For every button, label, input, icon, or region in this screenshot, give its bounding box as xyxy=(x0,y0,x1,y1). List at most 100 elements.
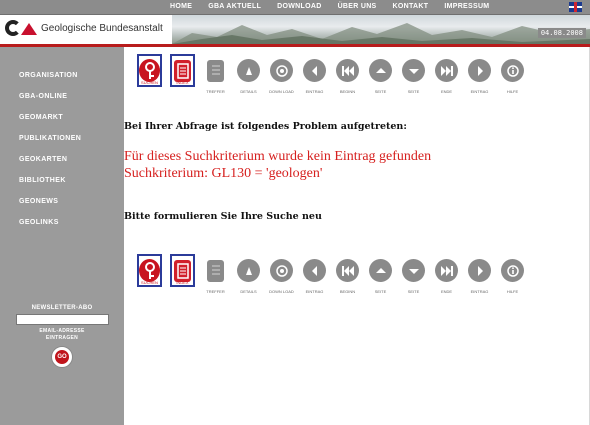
toolbar-top-button-seite-8[interactable]: SEITE xyxy=(397,54,430,94)
sidebar-item-bibliothek[interactable]: BIBLIOTHEK xyxy=(19,176,81,197)
toolbar-bottom-button-eintrag-10[interactable]: EINTRAG xyxy=(463,254,496,294)
topnav-ueber-uns[interactable]: ÜBER UNS xyxy=(338,2,377,12)
download-icon xyxy=(270,59,293,82)
error-line-2: Suchkriterium: GL130 = 'geologen' xyxy=(124,166,323,181)
toolbar-bottom-button-frame xyxy=(335,254,360,287)
arrow-down-icon xyxy=(402,259,425,282)
toolbar-bottom-button-label: DOWN LOAD xyxy=(269,289,294,294)
fast-forward-icon xyxy=(435,259,458,282)
key-icon xyxy=(139,259,160,282)
toolbar-top-button-frame xyxy=(269,54,294,87)
sidebar-item-geonews[interactable]: GEONEWS xyxy=(19,197,81,218)
toolbar-bottom-button-seite-7[interactable]: SEITE xyxy=(364,254,397,294)
toolbar-top-button-label: HILFE xyxy=(506,89,519,94)
brand-name: Geologische Bundesanstalt xyxy=(41,22,163,34)
arrow-up-icon xyxy=(369,59,392,82)
toolbar-top-button-label: TREFFER xyxy=(206,89,225,94)
toolbar-bottom-button-label: BEGINN xyxy=(339,289,356,294)
toolbar-top-button-label: EINTRAG xyxy=(305,89,324,94)
toolbar-top-button-suchen-0[interactable]: SUCHEN xyxy=(133,54,166,94)
toolbar-top-button-seite-7[interactable]: SEITE xyxy=(364,54,397,94)
toolbar-bottom-button-treffer-2[interactable]: TREFFER xyxy=(199,254,232,294)
header-mountain-banner: 04.08.2008 xyxy=(172,15,590,44)
sidebar-item-geokarten[interactable]: GEOKARTEN xyxy=(19,155,81,176)
toolbar-top-button-beginn-6[interactable]: BEGINN xyxy=(331,54,364,94)
toolbar-bottom-button-frame xyxy=(203,254,228,287)
info-icon xyxy=(501,259,524,282)
toolbar-bottom-button-hilfe-11[interactable]: HILFE xyxy=(496,254,529,294)
toolbar-bottom-button-download-4[interactable]: DOWN LOAD xyxy=(265,254,298,294)
toolbar-top-button-details-3[interactable]: DETAILS xyxy=(232,54,265,94)
info-icon xyxy=(501,59,524,82)
toolbar-bottom-button-label: SEITE xyxy=(407,289,420,294)
arrow-right-icon xyxy=(468,59,491,82)
toolbar-bottom-button-frame xyxy=(236,254,261,287)
toolbar-bottom-button-label: INDEX xyxy=(176,280,189,285)
top-navigation: HOME GBA AKTUELL DOWNLOAD ÜBER UNS KONTA… xyxy=(0,0,590,15)
sidebar-item-geolinks[interactable]: GEOLINKS xyxy=(19,218,81,239)
arrow-down-icon xyxy=(402,59,425,82)
document-icon xyxy=(174,259,191,282)
rewind-icon xyxy=(336,59,359,82)
toolbar-top-button-eintrag-10[interactable]: EINTRAG xyxy=(463,54,496,94)
date-display: 04.08.2008 xyxy=(537,28,586,38)
topnav-download[interactable]: DOWNLOAD xyxy=(277,2,321,12)
sidebar-item-publikationen[interactable]: PUBLIKATIONEN xyxy=(19,134,81,155)
toolbar-top-button-download-4[interactable]: DOWN LOAD xyxy=(265,54,298,94)
topnav-impressum[interactable]: IMPRESSUM xyxy=(444,2,489,12)
toolbar-bottom-button-label: SUCHEN xyxy=(141,280,158,285)
newsletter-box: NEWSLETTER-ABO EMAIL-ADRESSE EINTRAGEN G… xyxy=(14,305,110,367)
details-icon xyxy=(237,59,260,82)
toolbar-bottom-button-suchen-0[interactable]: SUCHEN xyxy=(133,254,166,294)
newsletter-go-button[interactable]: GO xyxy=(52,347,72,367)
gba-logo[interactable]: Geologische Bundesanstalt xyxy=(5,20,163,36)
toolbar-top-button-hilfe-11[interactable]: HILFE xyxy=(496,54,529,94)
topnav-kontakt[interactable]: KONTAKT xyxy=(393,2,429,12)
toolbar-top-button-frame xyxy=(236,54,261,87)
newsletter-hint-line2: EINTRAGEN xyxy=(45,335,79,341)
toolbar-top-button-label: BEGINN xyxy=(339,89,356,94)
toolbar-top-button-label: ENDE xyxy=(440,89,453,94)
toolbar-bottom-button-frame xyxy=(269,254,294,287)
toolbar-bottom-button-eintrag-5[interactable]: EINTRAG xyxy=(298,254,331,294)
toolbar-top-button-eintrag-5[interactable]: EINTRAG xyxy=(298,54,331,94)
toolbar-bottom-button-seite-8[interactable]: SEITE xyxy=(397,254,430,294)
toolbar-bottom-button-beginn-6[interactable]: BEGINN xyxy=(331,254,364,294)
toolbar-bottom-button-details-3[interactable]: DETAILS xyxy=(232,254,265,294)
toolbar-top-button-treffer-2[interactable]: TREFFER xyxy=(199,54,232,94)
toolbar-top-button-index-1[interactable]: INDEX xyxy=(166,54,199,94)
toolbar-bottom-button-label: DETAILS xyxy=(240,289,257,294)
toolbar-top-button-frame xyxy=(467,54,492,87)
toolbar-bottom-button-frame xyxy=(302,254,327,287)
page-header: HOME GBA AKTUELL DOWNLOAD ÜBER UNS KONTA… xyxy=(0,0,590,47)
toolbar-bottom-button-index-1[interactable]: INDEX xyxy=(166,254,199,294)
toolbar-top-button-frame xyxy=(368,54,393,87)
toolbar-bottom-button-frame xyxy=(434,254,459,287)
topnav-home[interactable]: HOME xyxy=(170,2,192,12)
toolbar-bottom-button-frame xyxy=(500,254,525,287)
toolbar-top-button-label: SEITE xyxy=(407,89,420,94)
toolbar-bottom-button-ende-9[interactable]: ENDE xyxy=(430,254,463,294)
toolbar-top-button-ende-9[interactable]: ENDE xyxy=(430,54,463,94)
sidebar-item-gba-online[interactable]: GBA-ONLINE xyxy=(19,92,81,113)
toolbar-top-button-label: SUCHEN xyxy=(141,80,158,85)
arrow-right-icon xyxy=(468,259,491,282)
toolbar-bottom-button-frame xyxy=(467,254,492,287)
sidebar-item-geomarkt[interactable]: GEOMARKT xyxy=(19,113,81,134)
toolbar-bottom-button-label: HILFE xyxy=(506,289,519,294)
uk-flag-icon[interactable] xyxy=(569,2,582,12)
rewind-icon xyxy=(336,259,359,282)
toolbar-bottom-button-frame xyxy=(401,254,426,287)
toolbar-bottom-button-label: EINTRAG xyxy=(305,289,324,294)
sidebar-item-organisation[interactable]: ORGANISATION xyxy=(19,71,81,92)
sidebar-nav: ORGANISATION GBA-ONLINE GEOMARKT PUBLIKA… xyxy=(19,71,81,239)
topnav-gba-aktuell[interactable]: GBA AKTUELL xyxy=(208,2,261,12)
newsletter-email-input[interactable] xyxy=(15,314,109,325)
details-icon xyxy=(237,259,260,282)
newsletter-hint-line1: EMAIL-ADRESSE xyxy=(39,328,85,334)
toolbar-top-button-frame xyxy=(335,54,360,87)
toolbar-bottom-button-label: EINTRAG xyxy=(470,289,489,294)
retry-message: Bitte formulieren Sie Ihre Suche neu xyxy=(124,211,322,222)
toolbar-top-button-label: EINTRAG xyxy=(470,89,489,94)
toolbar-top-button-frame xyxy=(500,54,525,87)
